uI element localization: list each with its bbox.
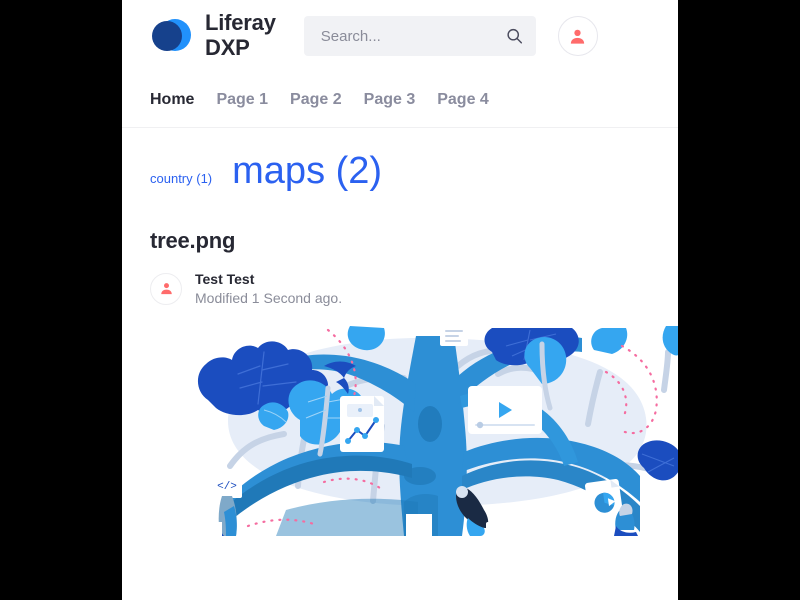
code-card: </>: [212, 469, 242, 498]
ground-card-1: [406, 513, 432, 536]
page-content: country (1) maps (2) tree.png Test Test …: [122, 128, 678, 536]
nav-item-page-1[interactable]: Page 1: [216, 91, 268, 109]
nav-item-page-2[interactable]: Page 2: [290, 91, 342, 109]
nav-item-page-3[interactable]: Page 3: [364, 91, 416, 109]
code-card-glyph: </>: [217, 481, 237, 493]
tag-cloud: country (1) maps (2): [150, 128, 650, 210]
author-avatar: [150, 272, 182, 305]
liferay-logo-icon: [150, 15, 192, 57]
search-box[interactable]: [303, 16, 536, 56]
chart-document-card: [340, 395, 384, 452]
search-input[interactable]: [303, 16, 536, 56]
user-avatar-icon: [160, 283, 172, 295]
user-avatar-button[interactable]: [557, 16, 598, 56]
ground-card-3: [168, 521, 222, 536]
author-name: Test Test: [195, 271, 255, 287]
trunk-knot-2: [404, 466, 436, 485]
tree-illustration: </>: [168, 325, 678, 536]
document-preview-image[interactable]: </>: [168, 325, 678, 536]
document-title: tree.png: [150, 228, 236, 253]
nav-item-home[interactable]: Home: [150, 91, 194, 109]
site-header: Liferay DXP: [122, 0, 678, 72]
ground-card-2: [486, 521, 508, 536]
trunk-knot: [418, 405, 442, 442]
brand-name: Liferay DXP: [205, 11, 276, 60]
search-icon[interactable]: [506, 28, 523, 45]
brand-name-line2: DXP: [205, 35, 250, 60]
modified-timestamp: Modified 1 Second ago.: [195, 289, 343, 306]
document-meta: Test Test Modified 1 Second ago.: [150, 270, 650, 308]
brand-name-line1: Liferay: [205, 10, 276, 36]
tag-country[interactable]: country (1): [150, 171, 212, 186]
document-meta-text: Test Test Modified 1 Second ago.: [195, 270, 342, 308]
main-navigation: Home Page 1 Page 2 Page 3 Page 4: [122, 72, 678, 128]
brand-logo[interactable]: Liferay DXP: [150, 11, 276, 60]
text-document-card: [440, 325, 468, 346]
page-container: Liferay DXP Home Page 1: [122, 0, 678, 600]
screenshot-root: Liferay DXP Home Page 1: [0, 0, 800, 600]
user-avatar-icon: [571, 29, 585, 44]
tag-maps[interactable]: maps (2): [232, 150, 382, 193]
nav-item-page-4[interactable]: Page 4: [437, 91, 489, 109]
video-player-card: [468, 385, 542, 434]
